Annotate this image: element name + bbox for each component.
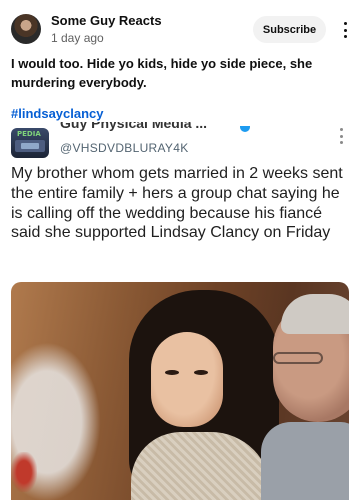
courtroom-photo — [11, 282, 349, 500]
embed-account-name: Guy Physical Media ... — [60, 122, 208, 131]
embed-tweet-text: My brother whom gets married in 2 weeks … — [11, 165, 343, 242]
embed-name-clip: Guy Physical Media ... — [60, 122, 260, 134]
woman-face — [151, 332, 223, 427]
background-detail — [11, 452, 37, 492]
channel-avatar[interactable] — [11, 14, 41, 44]
subscribe-button[interactable]: Subscribe — [253, 16, 326, 43]
embedded-tweet-image[interactable]: PEDIA Guy Physical Media ... @VHSDVDBLUR… — [0, 122, 360, 500]
man-hair — [281, 294, 349, 334]
woman-eye-right — [194, 370, 208, 375]
channel-name[interactable]: Some Guy Reacts — [51, 13, 162, 28]
embed-avatar: PEDIA — [11, 128, 49, 158]
woman-eye-left — [165, 370, 179, 375]
more-vert-icon[interactable] — [338, 20, 352, 40]
embed-more-icon — [340, 128, 344, 144]
man-glasses — [273, 352, 323, 364]
post-text: I would too. Hide yo kids, hide yo side … — [11, 56, 313, 90]
embed-handle: @VHSDVDBLURAY4K — [60, 141, 189, 155]
post-time: 1 day ago — [51, 31, 104, 45]
man-suit — [261, 422, 349, 500]
hashtag-link[interactable]: #lindsayclancy — [11, 106, 104, 121]
post-header: Some Guy Reacts 1 day ago Subscribe — [0, 0, 360, 50]
